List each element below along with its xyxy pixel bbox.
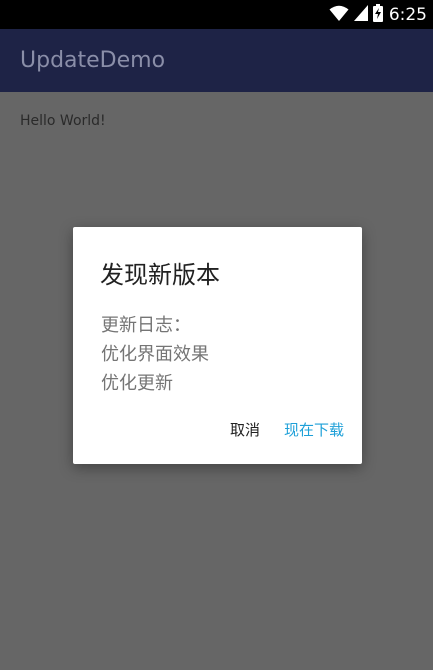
hello-world-text: Hello World! — [20, 113, 106, 129]
app-bar: UpdateDemo — [0, 29, 433, 92]
download-now-button[interactable]: 现在下载 — [284, 419, 344, 440]
battery-charging-icon — [372, 4, 383, 26]
cancel-button[interactable]: 取消 — [230, 419, 260, 440]
dialog-body: 更新日志： 优化界面效果 优化更新 — [101, 311, 209, 398]
update-dialog: 发现新版本 更新日志： 优化界面效果 优化更新 取消 现在下载 — [73, 227, 362, 464]
changelog-heading: 更新日志： — [101, 315, 191, 336]
signal-icon — [353, 4, 369, 26]
changelog-item: 优化界面效果 — [101, 344, 209, 365]
status-bar: 6:25 — [0, 0, 433, 29]
dialog-actions: 取消 现在下载 — [230, 419, 344, 440]
dialog-title: 发现新版本 — [100, 261, 220, 289]
app-title: UpdateDemo — [20, 48, 166, 73]
status-time: 6:25 — [388, 5, 427, 25]
wifi-icon — [329, 4, 349, 26]
changelog-item: 优化更新 — [101, 373, 173, 394]
status-icons: 6:25 — [329, 3, 427, 27]
